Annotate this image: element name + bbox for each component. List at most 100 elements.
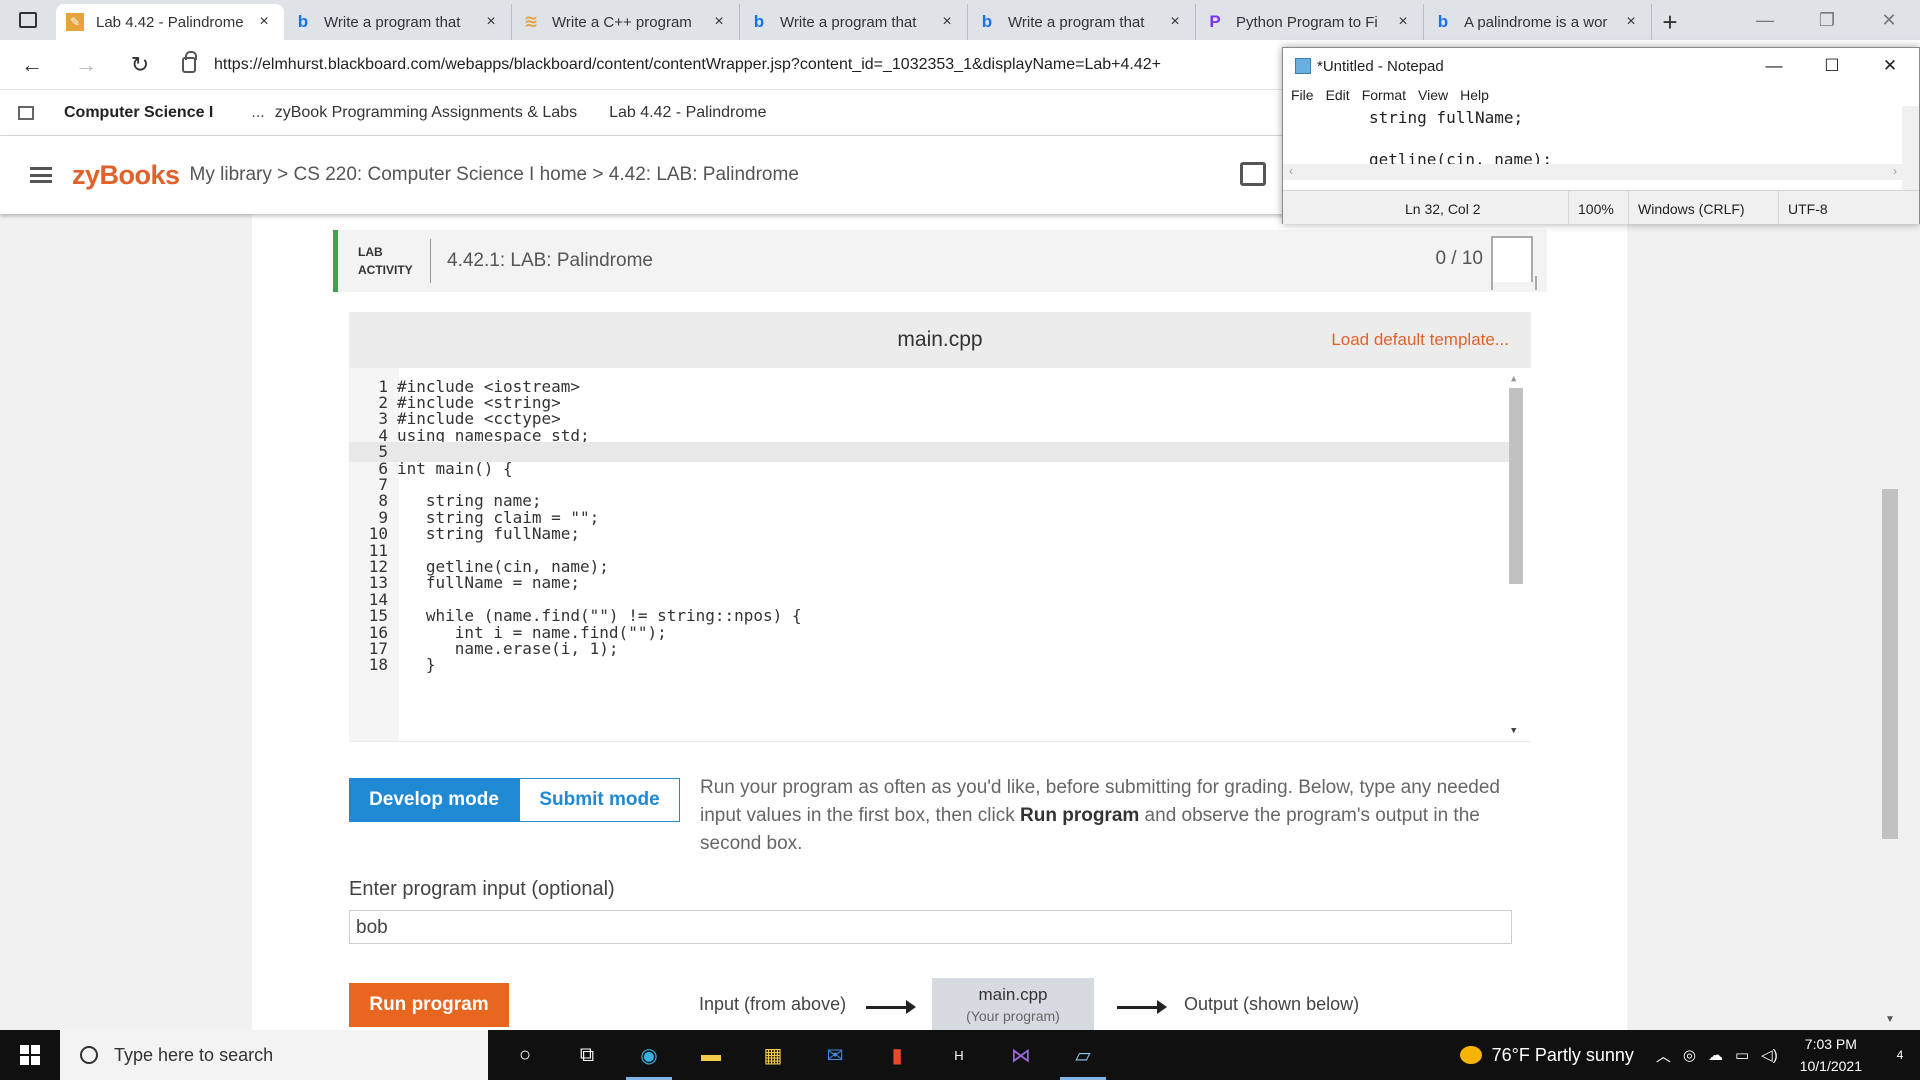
code-scrollbar-thumb[interactable] [1509, 388, 1523, 584]
zoom-level: 100% [1578, 201, 1614, 217]
notepad-horizontal-scrollbar[interactable]: ‹ › [1283, 164, 1903, 180]
bing-icon: b [1437, 12, 1449, 31]
code-area[interactable]: ▲ ▼ 1 #include <iostream> 2 #include <strin… [349, 368, 1531, 741]
code-scrollbar[interactable]: ▲ ▼ [1509, 374, 1523, 736]
menu-file[interactable]: File [1291, 87, 1314, 103]
file-explorer-icon[interactable]: ▬ [680, 1030, 742, 1080]
start-button[interactable] [0, 1030, 60, 1080]
maximize-icon[interactable]: ☐ [1803, 48, 1861, 84]
new-tab-button[interactable]: + [1652, 4, 1688, 40]
divider [430, 239, 431, 283]
browser-tab-2[interactable]: ≋ Write a C++ program × [512, 4, 740, 40]
battery-icon[interactable]: ▭ [1735, 1046, 1749, 1064]
close-icon[interactable]: × [937, 13, 957, 31]
pencil-icon: ✎ [66, 13, 84, 31]
notification-center-icon[interactable]: 4 [1880, 1030, 1920, 1080]
browser-tab-5[interactable]: P Python Program to Fi × [1196, 4, 1424, 40]
close-window-icon[interactable]: ✕ [1858, 0, 1920, 40]
browser-tab-6[interactable]: b A palindrome is a wor × [1424, 4, 1652, 40]
browser-tab-0[interactable]: ✎ Lab 4.42 - Palindrome × [56, 4, 284, 40]
hamburger-menu-icon[interactable] [30, 167, 52, 183]
close-icon[interactable]: × [481, 13, 501, 31]
mail-icon[interactable]: ✉ [804, 1030, 866, 1080]
back-button[interactable]: ← [10, 45, 54, 85]
search-icon [80, 1046, 98, 1064]
code-line[interactable]: 18 } [349, 655, 1509, 675]
program-flow-box: main.cpp (Your program) [932, 978, 1094, 1030]
chevron-up-icon[interactable]: ︿ [1656, 1045, 1671, 1066]
close-icon[interactable]: × [1165, 13, 1185, 31]
completion-badge-icon [1491, 236, 1537, 290]
notepad-vertical-scrollbar[interactable] [1902, 106, 1919, 202]
develop-mode-button[interactable]: Develop mode [349, 778, 519, 822]
office-icon[interactable]: ▮ [866, 1030, 928, 1080]
forward-button[interactable]: → [64, 45, 108, 85]
weather-widget[interactable]: 76°F Partly sunny [1459, 1045, 1634, 1066]
notepad-title-bar[interactable]: *Untitled - Notepad — ☐ ✕ [1283, 48, 1919, 84]
restore-icon[interactable]: ❐ [1796, 0, 1858, 40]
breadcrumb-item[interactable]: zyBook Programming Assignments & Labs [275, 104, 577, 122]
program-input-field[interactable]: bob [349, 910, 1512, 944]
menu-view[interactable]: View [1418, 87, 1448, 103]
meet-now-icon[interactable]: ◎ [1683, 1046, 1696, 1064]
onedrive-icon[interactable]: ☁ [1708, 1046, 1723, 1064]
scroll-left-icon[interactable]: ‹ [1289, 164, 1293, 178]
volume-icon[interactable]: ◁) [1761, 1046, 1778, 1064]
minimize-icon[interactable]: — [1734, 0, 1796, 40]
menu-format[interactable]: Format [1362, 87, 1406, 103]
browser-window-controls: — ❐ ✕ [1734, 0, 1920, 40]
table-of-contents-icon[interactable] [1240, 162, 1266, 186]
reload-button[interactable]: ↻ [118, 45, 162, 85]
scroll-up-icon[interactable]: ▲ [1511, 374, 1516, 384]
tab-actions-button[interactable] [0, 0, 56, 40]
tab-label: Write a program that [780, 13, 917, 31]
h-app-icon[interactable]: H [928, 1030, 990, 1080]
scrollbar-thumb[interactable] [1882, 489, 1898, 839]
tab-label: Python Program to Fi [1236, 13, 1378, 31]
scroll-right-icon[interactable]: › [1893, 164, 1897, 178]
close-icon[interactable]: × [1621, 13, 1641, 31]
scroll-down-icon[interactable]: ▼ [1511, 726, 1516, 736]
url-field[interactable]: https://elmhurst.blackboard.com/webapps/… [182, 48, 1161, 82]
minimize-icon[interactable]: — [1745, 48, 1803, 84]
tab-label: A palindrome is a wor [1464, 13, 1608, 31]
store-icon[interactable]: ▦ [742, 1030, 804, 1080]
mode-description-bold: Run program [1020, 805, 1140, 826]
breadcrumb-ellipsis[interactable]: ... [251, 104, 264, 122]
tab-label: Write a C++ program [552, 13, 692, 31]
notepad-title: *Untitled - Notepad [1317, 57, 1444, 75]
submit-mode-button[interactable]: Submit mode [519, 778, 680, 822]
zybooks-logo[interactable]: zyBooks [72, 160, 180, 191]
course-title[interactable]: Computer Science I [64, 104, 213, 122]
run-program-button[interactable]: Run program [349, 983, 509, 1027]
close-icon[interactable]: × [709, 13, 729, 31]
lab-activity-header: LAB ACTIVITY 4.42.1: LAB: Palindrome 0 /… [333, 230, 1547, 292]
browser-tab-4[interactable]: b Write a program that × [968, 4, 1196, 40]
load-default-template-link[interactable]: Load default template... [1331, 330, 1509, 350]
scroll-down-icon[interactable]: ▼ [1885, 1014, 1895, 1025]
flow-box-title: main.cpp [978, 985, 1048, 1004]
browser-tab-3[interactable]: b Write a program that × [740, 4, 968, 40]
browser-tab-1[interactable]: b Write a program that × [284, 4, 512, 40]
taskbar-clock[interactable]: 7:03 PM 10/1/2021 [1800, 1033, 1862, 1077]
task-view-icon[interactable]: ⧉ [556, 1030, 618, 1080]
mode-toggle: Develop mode Submit mode [349, 778, 680, 822]
divider [1568, 191, 1569, 225]
taskbar-search[interactable]: Type here to search [60, 1030, 488, 1080]
close-window-icon[interactable]: ✕ [1861, 48, 1919, 84]
edge-icon[interactable]: ◉ [618, 1030, 680, 1080]
flow-box-subtitle: (Your program) [966, 1008, 1060, 1024]
menu-edit[interactable]: Edit [1326, 87, 1350, 103]
course-menu-icon[interactable] [18, 105, 34, 120]
system-tray: 76°F Partly sunny ︿ ◎ ☁ ▭ ◁) 7:03 PM 10/… [1459, 1030, 1920, 1080]
mode-description: Run your program as often as you'd like,… [700, 774, 1530, 858]
cortana-icon[interactable]: ○ [494, 1030, 556, 1080]
menu-help[interactable]: Help [1460, 87, 1489, 103]
zybooks-breadcrumb[interactable]: My library > CS 220: Computer Science I … [190, 164, 799, 186]
close-icon[interactable]: × [1393, 13, 1413, 31]
line-ending: Windows (CRLF) [1638, 201, 1745, 217]
notepad-taskbar-icon[interactable]: ▱ [1052, 1030, 1114, 1080]
visual-studio-icon[interactable]: ⋈ [990, 1030, 1052, 1080]
page-scrollbar[interactable]: ▼ [1880, 214, 1902, 1030]
close-icon[interactable]: × [254, 13, 274, 31]
